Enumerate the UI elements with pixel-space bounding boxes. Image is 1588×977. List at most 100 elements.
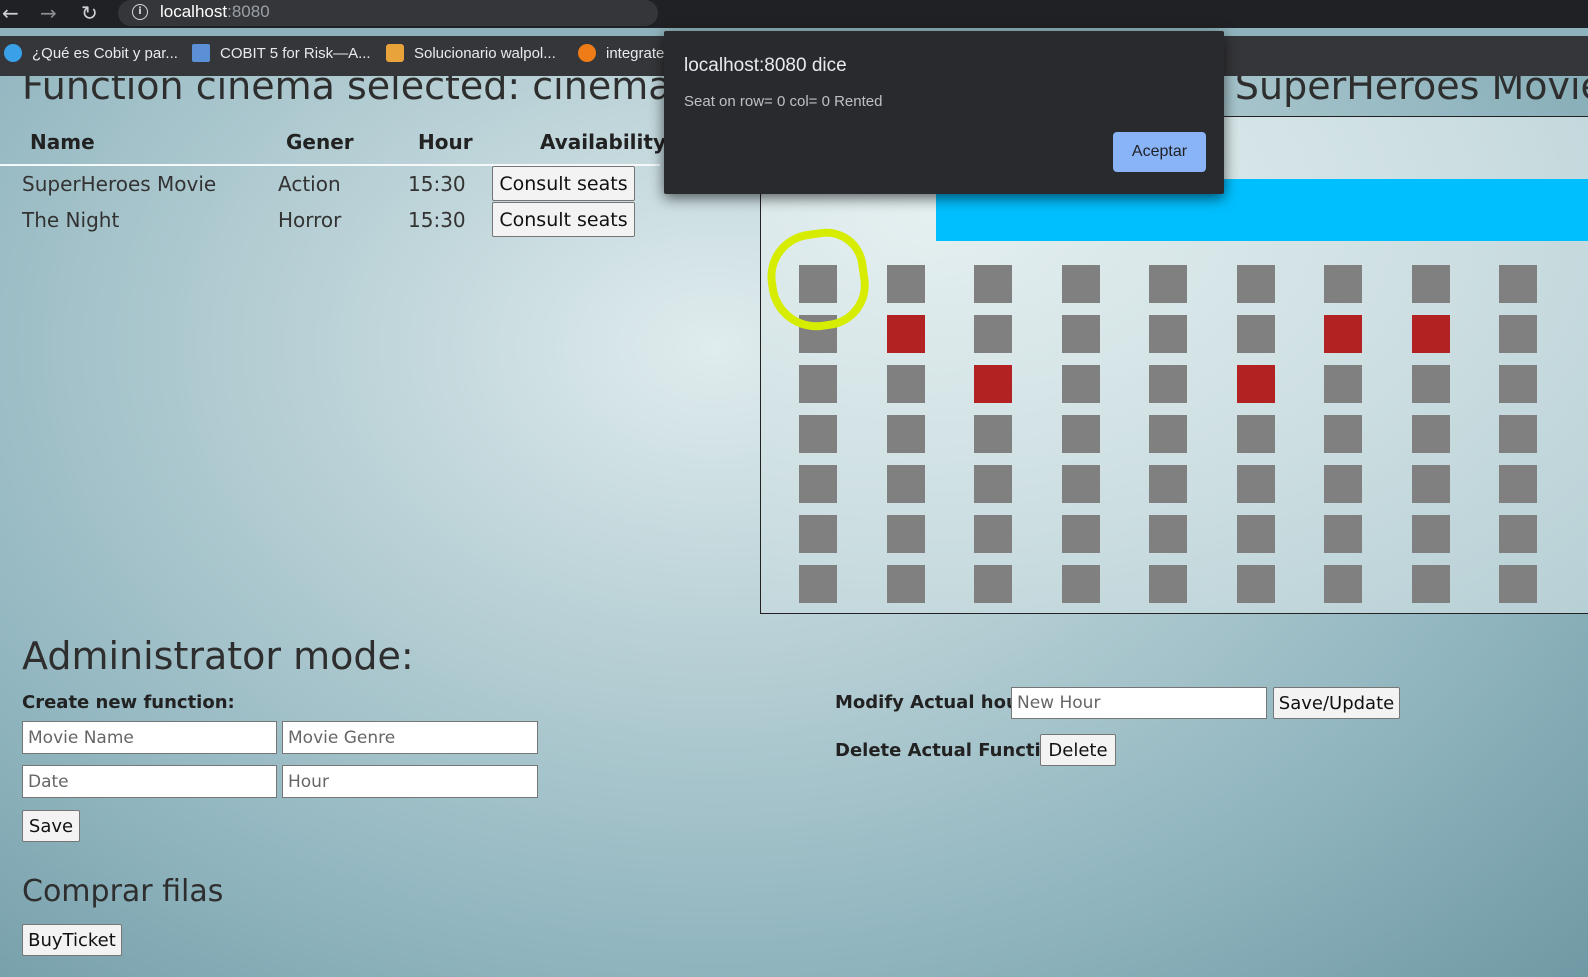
seat-available[interactable] [1411,415,1450,453]
date-input[interactable] [22,765,277,798]
movie-name-input[interactable] [22,721,277,754]
seat-available[interactable] [1499,415,1537,453]
new-hour-input[interactable] [1011,687,1267,719]
save-button[interactable]: Save [22,810,80,842]
seat-available[interactable] [1236,565,1275,603]
seat-available[interactable] [1499,265,1537,303]
seat-available[interactable] [1236,465,1275,503]
seat-rented[interactable] [1324,315,1362,353]
seat-available[interactable] [1324,515,1362,553]
seat-available[interactable] [886,415,925,453]
seat-available[interactable] [1499,565,1537,603]
header-genre: Gener [286,130,354,154]
seat-available[interactable] [974,465,1012,503]
seat-available[interactable] [1061,265,1100,303]
bookmark-item[interactable]: integrate [578,44,664,62]
seat-available[interactable] [1149,465,1187,503]
forward-arrow-icon[interactable]: → [40,2,57,24]
seat-available[interactable] [799,415,837,453]
seat-rented[interactable] [886,315,925,353]
seat-available[interactable] [886,265,925,303]
reload-icon[interactable]: ↻ [81,2,98,24]
header-name: Name [30,130,95,154]
seat-available[interactable] [1236,415,1275,453]
seat-available[interactable] [1149,265,1187,303]
seat-available[interactable] [1324,415,1362,453]
seat-available[interactable] [886,515,925,553]
bookmark-item[interactable]: Solucionario walpol... [386,44,556,62]
back-arrow-icon[interactable]: ← [2,2,19,24]
page-content: Function cinema selected: cinemaX : Supe… [0,76,1588,977]
seat-available[interactable] [1499,515,1537,553]
bookmark-label: ¿Qué es Cobit y par... [32,45,178,62]
seat-available[interactable] [799,565,837,603]
accept-button[interactable]: Aceptar [1113,132,1206,172]
seat-available[interactable] [1411,265,1450,303]
seat-available[interactable] [1499,465,1537,503]
seat-available[interactable] [1236,315,1275,353]
table-row: The Night Horror 15:30 Consult seats [0,202,660,238]
seat-available[interactable] [974,565,1012,603]
seat-available[interactable] [799,365,837,403]
seat-available[interactable] [1061,415,1100,453]
url-host: localhost [160,2,228,21]
movie-genre-input[interactable] [282,721,538,754]
bookmark-item[interactable]: COBIT 5 for Risk—A... [192,44,371,62]
seat-available[interactable] [1061,565,1100,603]
seat-available[interactable] [799,515,837,553]
seat-available[interactable] [974,315,1012,353]
seat-available[interactable] [1324,365,1362,403]
table-row: SuperHeroes Movie Action 15:30 Consult s… [0,166,660,202]
seat-available[interactable] [886,365,925,403]
seat-available[interactable] [1149,365,1187,403]
consult-seats-button[interactable]: Consult seats [492,166,635,201]
seat-available[interactable] [1499,315,1537,353]
seat-available[interactable] [1149,315,1187,353]
dialog-title: localhost:8080 dice [684,55,847,76]
seat-available[interactable] [1061,465,1100,503]
doc-icon [386,44,404,62]
alert-dialog: localhost:8080 dice Seat on row= 0 col= … [664,31,1224,194]
seat-available[interactable] [974,265,1012,303]
seat-available[interactable] [1149,415,1187,453]
seat-available[interactable] [1324,265,1362,303]
seat-available[interactable] [1411,515,1450,553]
save-update-button[interactable]: Save/Update [1273,687,1400,719]
seat-available[interactable] [1411,465,1450,503]
seat-available[interactable] [1411,365,1450,403]
seat-available[interactable] [1061,315,1100,353]
seat-available[interactable] [1324,565,1362,603]
grid-icon [192,44,210,62]
buy-ticket-button[interactable]: BuyTicket [22,924,122,956]
admin-title: Administrator mode: [22,634,414,678]
seat-available[interactable] [1061,365,1100,403]
seat-available[interactable] [974,515,1012,553]
site-info-icon[interactable]: i [132,4,148,20]
seat-available[interactable] [974,415,1012,453]
header-hour: Hour [418,130,473,154]
dialog-message: Seat on row= 0 col= 0 Rented [684,93,883,110]
movie-hour: 15:30 [408,208,466,232]
seat-available[interactable] [886,465,925,503]
bookmark-item[interactable]: ¿Qué es Cobit y par... [4,44,178,62]
seat-available[interactable] [1149,565,1187,603]
seat-available[interactable] [1411,565,1450,603]
delete-button[interactable]: Delete [1040,734,1116,766]
bookmark-label: integrate [606,45,665,62]
consult-seats-button[interactable]: Consult seats [492,202,635,237]
seat-available[interactable] [1236,515,1275,553]
address-bar[interactable]: i localhost:8080 [118,0,658,26]
seat-available[interactable] [1499,365,1537,403]
hour-input[interactable] [282,765,538,798]
seat-available[interactable] [1236,265,1275,303]
seat-rented[interactable] [1236,365,1275,403]
seat-available[interactable] [886,565,925,603]
seat-available[interactable] [1061,515,1100,553]
buy-rows-title: Comprar filas [22,874,224,909]
seat-available[interactable] [1149,515,1187,553]
seat-rented[interactable] [974,365,1012,403]
seat-available[interactable] [1324,465,1362,503]
delete-function-label: Delete Actual Function: [835,740,1074,761]
seat-rented[interactable] [1411,315,1450,353]
seat-available[interactable] [799,465,837,503]
